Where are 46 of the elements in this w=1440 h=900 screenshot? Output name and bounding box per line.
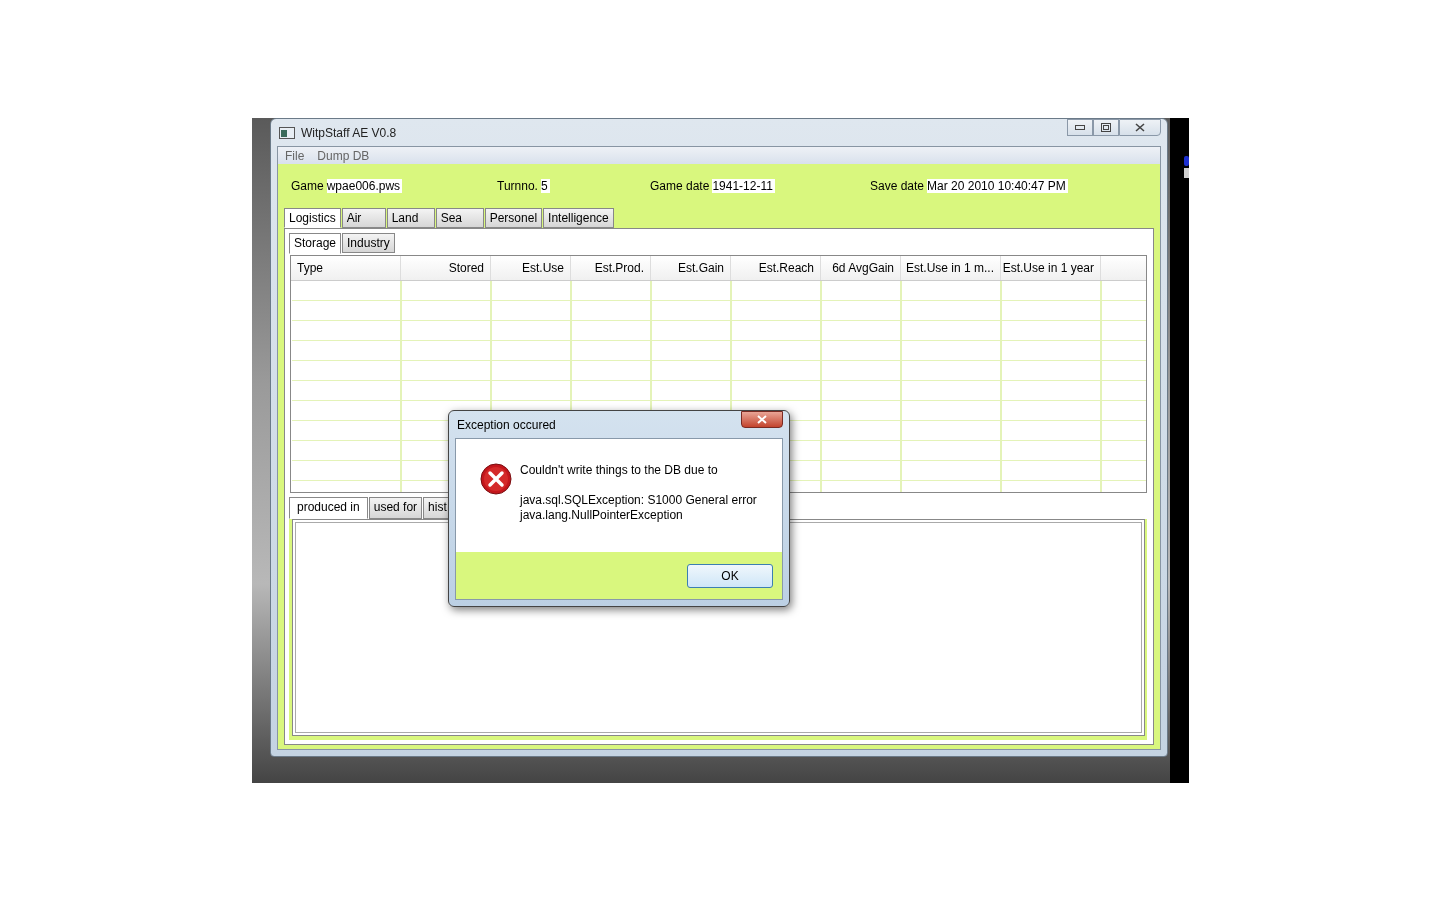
- tab[interactable]: Storage: [289, 233, 342, 254]
- field-label: Game date: [650, 179, 710, 193]
- column-header[interactable]: Est.Prod.: [571, 256, 651, 280]
- window-title: WitpStaff AE V0.8: [301, 125, 397, 140]
- tab[interactable]: Air: [341, 208, 386, 228]
- tab[interactable]: used for: [368, 497, 423, 519]
- error-icon: [480, 463, 512, 495]
- field-label: Game: [291, 179, 324, 193]
- tab[interactable]: produced in: [289, 497, 368, 519]
- column-header[interactable]: Est.Use in 1 m...: [901, 256, 1001, 280]
- menu-item[interactable]: File: [285, 148, 305, 163]
- close-icon: [757, 415, 767, 424]
- tab[interactable]: Sea: [435, 208, 484, 228]
- minimize-icon: [1075, 124, 1085, 131]
- close-icon: [1135, 123, 1145, 132]
- maximize-icon: [1101, 123, 1111, 132]
- field-value: wpae006.pws: [326, 179, 403, 193]
- field-label: Turnno.: [497, 179, 538, 193]
- column-header[interactable]: Est.Use: [491, 256, 571, 280]
- close-button[interactable]: [741, 411, 783, 428]
- field-label: Save date: [870, 179, 925, 193]
- column-header[interactable]: Type: [291, 256, 401, 280]
- tab[interactable]: Land: [386, 208, 435, 228]
- field-value: 5: [540, 179, 550, 193]
- column-header[interactable]: Stored: [401, 256, 491, 280]
- column-header[interactable]: 6d AvgGain: [821, 256, 901, 280]
- menu-item[interactable]: Dump DB: [317, 148, 370, 163]
- minimize-button[interactable]: [1067, 119, 1093, 136]
- maximize-button[interactable]: [1093, 119, 1119, 136]
- dialog-title: Exception occured: [456, 417, 556, 432]
- column-header[interactable]: Est.Reach: [731, 256, 821, 280]
- tab[interactable]: Intelligence: [543, 208, 614, 228]
- tab[interactable]: Personel: [484, 208, 543, 228]
- error-message: Couldn't write things to the DB due to: [520, 463, 719, 478]
- ok-button[interactable]: OK: [687, 563, 773, 588]
- column-header[interactable]: Est.Use in 1 year: [1001, 256, 1101, 280]
- field-value: Mar 20 2010 10:40:47 PM: [927, 179, 1068, 193]
- error-detail: java.sql.SQLException: S1000 General error: [520, 493, 757, 508]
- column-header[interactable]: Est.Gain: [651, 256, 731, 280]
- desktop-icon: [1184, 156, 1189, 178]
- tab[interactable]: Industry: [342, 233, 395, 253]
- app-icon: [279, 126, 295, 139]
- tab[interactable]: Logistics: [284, 208, 341, 228]
- close-button[interactable]: [1119, 119, 1161, 136]
- error-detail: java.lang.NullPointerException: [520, 508, 684, 523]
- field-value: 1941-12-11: [712, 179, 775, 193]
